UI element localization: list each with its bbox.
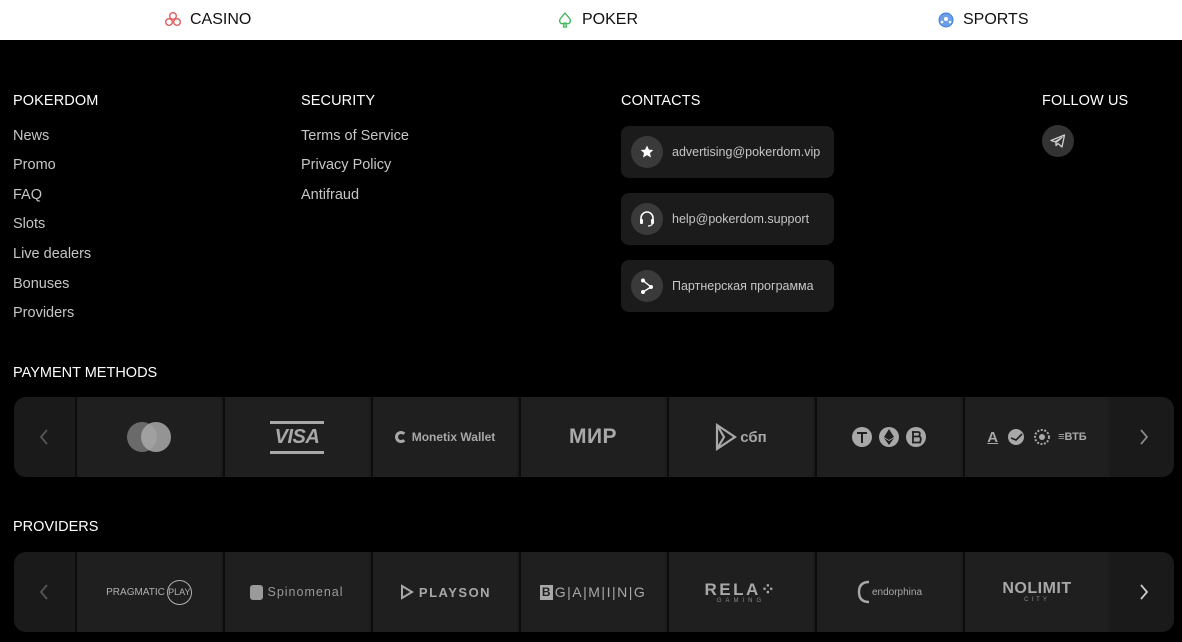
endorphina-logo: endorphina (815, 552, 961, 632)
contact-support[interactable]: help@pokerdom.support (621, 193, 834, 245)
vtb-logo: ≡ВТБ (1058, 431, 1087, 443)
payments-next-arrow[interactable] (1114, 397, 1174, 477)
nav-poker-label: POKER (582, 11, 639, 28)
play-text: PLAY (168, 587, 191, 597)
monetix-wallet-logo: Monetix Wallet (371, 397, 517, 477)
pragmatic-text: PRAGMATIC (106, 586, 165, 598)
monetix-text: Monetix Wallet (411, 430, 496, 444)
playson-text: PLAYSON (418, 584, 492, 600)
providers-title: PROVIDERS (13, 519, 99, 535)
chevron-left-icon (39, 584, 48, 600)
payment-methods-title: PAYMENT METHODS (13, 365, 158, 381)
nav-sports-label: SPORTS (963, 11, 1029, 28)
nolimit-city-logo: NOLIMIT CITY (963, 552, 1109, 632)
link-providers[interactable]: Providers (13, 305, 74, 321)
contact-partner-program-text: Партнерская программа (672, 279, 814, 293)
nav-poker[interactable]: POKER (556, 0, 638, 40)
spinomenal-logo: Spinomenal (223, 552, 369, 632)
payment-methods-carousel: VISA Monetix Wallet МИР сбп А ≡ВТБ (14, 397, 1174, 477)
relax-gaming-logo: RELA⁘ GAMING (667, 552, 813, 632)
sbp-logo: сбп (667, 397, 813, 477)
contact-advertising[interactable]: advertising@pokerdom.vip (621, 126, 834, 178)
bgaming-text: G|A|M|I|N|G (554, 584, 647, 600)
play-badge: PLAY (166, 579, 192, 605)
clover-icon (165, 12, 181, 26)
link-antifraud[interactable]: Antifraud (301, 187, 359, 203)
contacts-title: CONTACTS (621, 93, 701, 109)
link-faq[interactable]: FAQ (13, 187, 42, 203)
chevron-right-icon (1140, 429, 1149, 445)
vtb-text: ВТБ (1064, 431, 1087, 443)
visa-text: VISA (274, 425, 320, 448)
nolimit-subtext: CITY (1024, 597, 1050, 603)
star-icon (631, 136, 663, 168)
spinomenal-text: Spinomenal (267, 585, 344, 599)
chevron-left-icon (39, 429, 48, 445)
crypto-logos (815, 397, 961, 477)
follow-us-title: FOLLOW US (1042, 93, 1129, 109)
sber-logo (1008, 429, 1025, 445)
link-privacy-policy[interactable]: Privacy Policy (301, 157, 391, 173)
link-terms-of-service[interactable]: Terms of Service (301, 128, 409, 144)
ball-icon (938, 12, 954, 28)
mastercard-logo (75, 397, 221, 477)
relax-text: RELA (704, 579, 761, 599)
top-navigation: CASINO POKER SPORTS (0, 0, 1182, 40)
security-title: SECURITY (301, 93, 376, 109)
sbp-text: сбп (740, 428, 767, 446)
contact-partner-program[interactable]: Партнерская программа (621, 260, 834, 312)
endorphina-text: endorphina (871, 586, 923, 598)
spade-icon (558, 11, 572, 28)
link-news[interactable]: News (13, 128, 49, 144)
payments-prev-arrow[interactable] (14, 397, 74, 477)
endorphina-mark (857, 580, 870, 604)
headset-icon (631, 203, 663, 235)
link-bonuses[interactable]: Bonuses (13, 276, 69, 292)
relax-subtext: GAMING (716, 597, 766, 604)
playson-logo: PLAYSON (371, 552, 517, 632)
link-promo[interactable]: Promo (13, 157, 56, 173)
link-slots[interactable]: Slots (13, 216, 45, 232)
providers-prev-arrow[interactable] (14, 552, 74, 632)
banks-logos: А ≡ВТБ (963, 397, 1109, 477)
nav-sports[interactable]: SPORTS (937, 0, 1029, 40)
pokerdom-title: POKERDOM (13, 93, 99, 109)
alfa-logo: А (987, 428, 999, 446)
visa-logo: VISA (223, 397, 369, 477)
nolimit-text: NOLIMIT (1002, 580, 1072, 597)
playson-mark (400, 584, 414, 600)
share-icon (631, 270, 663, 302)
nav-casino-label: CASINO (190, 11, 252, 28)
mir-text: МИР (568, 425, 618, 448)
telegram-icon[interactable] (1042, 125, 1074, 157)
chevron-right-icon (1140, 584, 1149, 600)
contact-advertising-text: advertising@pokerdom.vip (672, 145, 821, 159)
providers-carousel: PRAGMATIC PLAY Spinomenal PLAYSON B G|A|… (14, 552, 1174, 632)
bgaming-mark: B (539, 584, 553, 600)
contact-support-text: help@pokerdom.support (672, 212, 810, 226)
providers-next-arrow[interactable] (1114, 552, 1174, 632)
link-live-dealers[interactable]: Live dealers (13, 246, 91, 262)
nav-casino[interactable]: CASINO (164, 0, 251, 40)
pragmatic-play-logo: PRAGMATIC PLAY (75, 552, 221, 632)
gazprom-logo (1034, 429, 1051, 445)
spinomenal-mark (250, 584, 264, 600)
mir-logo: МИР (519, 397, 665, 477)
bgaming-logo: B G|A|M|I|N|G (519, 552, 665, 632)
